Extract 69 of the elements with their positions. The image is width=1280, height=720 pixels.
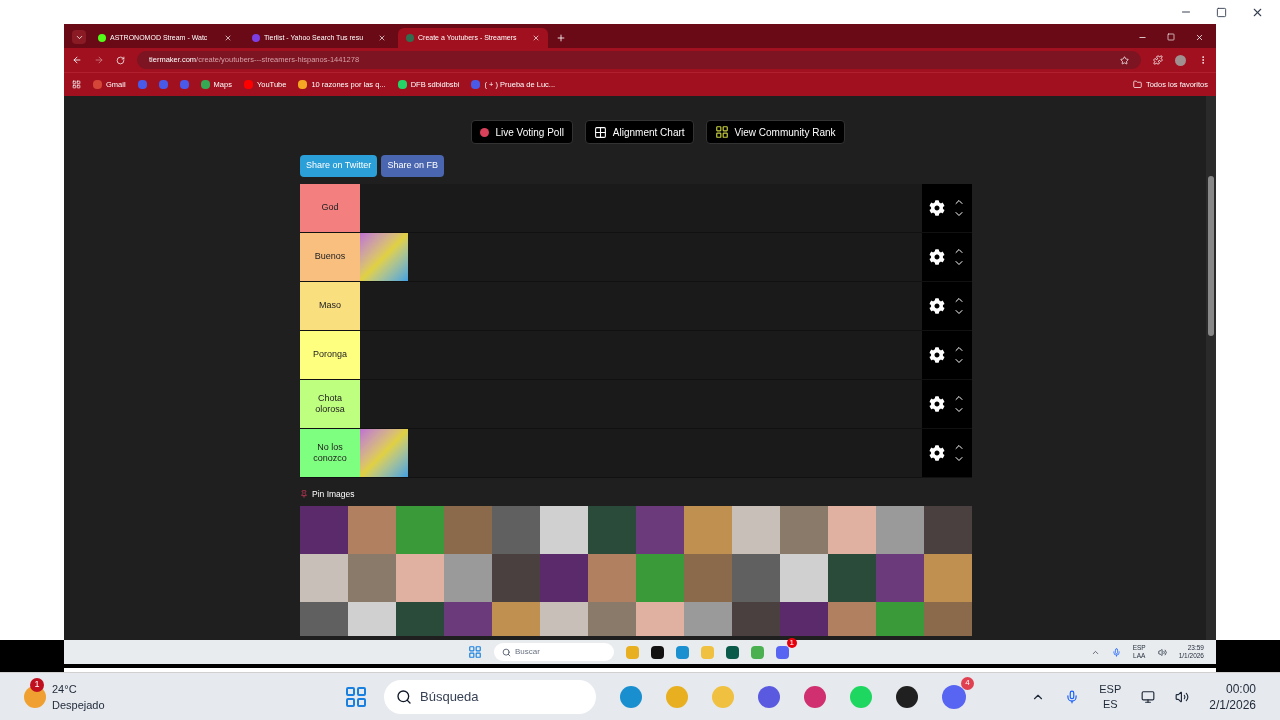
reload-icon[interactable] xyxy=(116,55,125,65)
weather-condition[interactable]: Despejado xyxy=(52,696,105,713)
volume-icon[interactable] xyxy=(1175,689,1190,704)
language-label[interactable]: ES xyxy=(1102,696,1118,712)
taskbar-app-icon[interactable] xyxy=(651,645,664,659)
start-icon[interactable] xyxy=(468,645,482,659)
notification-badge: 4 xyxy=(961,676,974,690)
back-icon[interactable] xyxy=(72,55,82,65)
search-field[interactable]: Búsqueda xyxy=(384,679,596,714)
scrollbar[interactable] xyxy=(1206,96,1216,640)
language-label[interactable]: ESP xyxy=(1099,681,1122,697)
notification-badge: 1 xyxy=(786,637,797,648)
search-field[interactable]: Buscar xyxy=(494,643,614,661)
pin-icon xyxy=(300,490,308,498)
settings-icon[interactable] xyxy=(929,298,945,314)
settings-icon[interactable] xyxy=(929,396,945,412)
start-icon[interactable] xyxy=(344,684,368,709)
extensions-icon[interactable] xyxy=(1153,55,1163,65)
close-icon[interactable] xyxy=(1195,33,1204,42)
bookmark-icon xyxy=(158,80,168,89)
bookmark-icon xyxy=(397,80,407,89)
taskbar-app-icon[interactable] xyxy=(726,645,739,659)
clock-date[interactable]: 2/1/2026 xyxy=(1209,696,1256,713)
action-button[interactable]: View Community Rank xyxy=(705,120,845,144)
settings-icon[interactable] xyxy=(929,249,945,265)
tier-label: Maso xyxy=(300,282,360,330)
maximize-icon[interactable] xyxy=(1216,6,1227,18)
microphone-icon[interactable] xyxy=(1065,689,1080,704)
temperature[interactable]: 24°C xyxy=(52,680,105,697)
tier-label: No los conozco xyxy=(300,429,360,477)
apps-icon[interactable] xyxy=(72,80,81,89)
search-icon xyxy=(396,688,412,705)
restore-icon[interactable] xyxy=(1167,33,1175,41)
bookmark-icon xyxy=(179,80,189,89)
tier-label: Poronga xyxy=(300,331,360,379)
network-icon[interactable] xyxy=(1141,689,1156,704)
settings-icon[interactable] xyxy=(929,200,945,216)
close-tab-icon[interactable] xyxy=(224,34,232,42)
bookmark-star-icon[interactable] xyxy=(1120,55,1129,65)
notification-badge: 1 xyxy=(30,677,44,692)
close-tab-icon[interactable] xyxy=(532,34,540,42)
action-button[interactable]: Live Voting Poll xyxy=(471,120,573,144)
bookmark-icon xyxy=(200,80,210,89)
cartoon-image[interactable] xyxy=(360,429,408,477)
settings-icon[interactable] xyxy=(929,445,945,461)
profile-avatar[interactable] xyxy=(1175,54,1186,66)
forward-icon[interactable] xyxy=(94,55,104,65)
bookmark-icon xyxy=(243,80,253,89)
folder-icon xyxy=(1132,80,1142,89)
settings-icon[interactable] xyxy=(929,347,945,363)
pin-images-label[interactable]: Pin Images xyxy=(312,487,355,501)
tab-search-icon[interactable] xyxy=(72,30,86,44)
tier-label: Buenos xyxy=(300,233,360,281)
close-tab-icon[interactable] xyxy=(378,34,386,42)
share-button[interactable]: Share on FB xyxy=(381,155,444,177)
colored-grid-icon xyxy=(714,125,729,139)
tier-label: Chota olorosa xyxy=(300,380,360,428)
grid-icon xyxy=(593,125,607,139)
cartoon-image[interactable] xyxy=(360,233,408,281)
bookmark-icon xyxy=(471,80,481,89)
search-icon xyxy=(502,647,511,657)
clock-time[interactable]: 00:00 xyxy=(1225,680,1256,697)
tier-label: God xyxy=(300,184,360,232)
bookmark-icon xyxy=(137,80,147,89)
action-button[interactable]: Alignment Chart xyxy=(584,120,694,144)
bookmark-icon xyxy=(93,80,102,89)
bookmark-icon xyxy=(298,80,308,89)
microphone-icon[interactable] xyxy=(1111,647,1121,657)
new-tab-icon[interactable] xyxy=(556,33,566,43)
